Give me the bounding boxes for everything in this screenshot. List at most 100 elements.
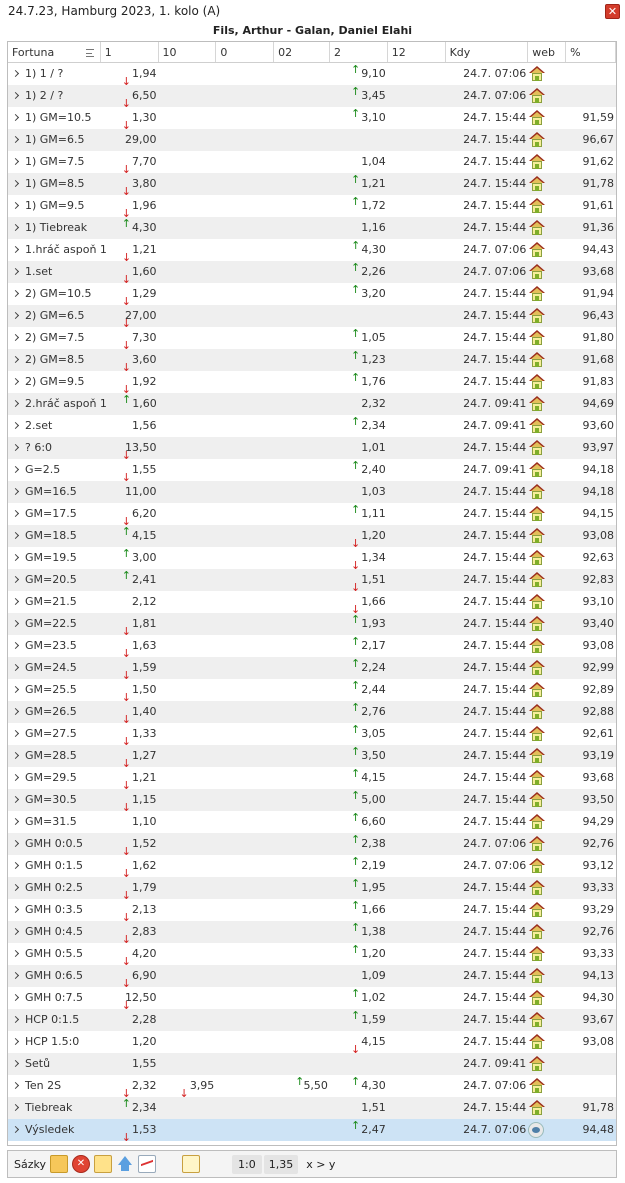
chevron-right-icon[interactable] [11, 839, 20, 848]
odds-cell[interactable]: 27,00 ↓ [101, 305, 159, 330]
table-row[interactable]: GM=16.5 11,00 1,03 24.7. 15:44 94,18 [8, 481, 616, 503]
home-icon[interactable] [529, 704, 546, 720]
home-icon[interactable] [529, 286, 546, 302]
odds-cell[interactable] [159, 437, 217, 459]
market-name-cell[interactable]: GM=26.5 [8, 701, 101, 723]
home-icon[interactable] [529, 902, 546, 918]
table-row[interactable]: 1.hráč aspoň 1 1,21 ↓ 4,30 ↑ 24.7. 07:06 94,43 [8, 239, 616, 264]
odds-cell[interactable] [216, 1097, 274, 1119]
odds-cell[interactable] [159, 811, 217, 833]
chevron-right-icon[interactable] [11, 267, 20, 276]
chevron-right-icon[interactable] [11, 751, 20, 760]
odds-cell[interactable]: 1,95 ↑ [330, 877, 388, 899]
web-cell[interactable] [528, 525, 566, 547]
table-row[interactable]: HCP 0:1.5 2,28 1,59 ↑ 24.7. 15:44 93,67 [8, 1009, 616, 1031]
odds-cell[interactable]: 2,38 ↑ [330, 833, 388, 855]
home-icon[interactable] [529, 132, 546, 148]
market-name-cell[interactable]: Výsledek [8, 1119, 101, 1141]
table-row[interactable]: Výsledek 1,53 ↓ 2,47 ↑ 24.7. 07:06 94,48 [8, 1119, 616, 1144]
web-cell[interactable] [528, 767, 566, 789]
odds-cell[interactable] [216, 525, 274, 547]
odds-cell[interactable] [274, 943, 330, 965]
odds-cell[interactable]: 3,80 ↓ [101, 173, 159, 198]
odds-cell[interactable] [216, 217, 274, 239]
odds-cell[interactable]: 1,52 ↓ [101, 833, 159, 858]
home-icon[interactable] [529, 638, 546, 654]
web-cell[interactable] [528, 1053, 566, 1075]
odds-cell[interactable]: 1,66 ↑ [330, 899, 388, 921]
odds-cell[interactable]: 4,15 ↑ [101, 525, 159, 547]
odds-cell[interactable]: 5,00 ↑ [330, 789, 388, 811]
odds-cell[interactable]: 1,81 ↓ [101, 613, 159, 638]
odds-cell[interactable]: 3,45 ↑ [330, 85, 388, 107]
table-row[interactable]: GM=20.5 2,41 ↑ 1,51 ↓ 24.7. 15:44 92,83 [8, 569, 616, 594]
eye-icon[interactable] [528, 1122, 545, 1138]
odds-cell[interactable] [216, 327, 274, 349]
odds-cell[interactable] [216, 129, 274, 151]
odds-cell[interactable] [388, 459, 446, 481]
odds-cell[interactable] [216, 767, 274, 789]
web-cell[interactable] [528, 679, 566, 701]
chevron-right-icon[interactable] [11, 707, 20, 716]
chevron-right-icon[interactable] [11, 1125, 20, 1134]
table-row[interactable]: GM=25.5 1,50 ↓ 2,44 ↑ 24.7. 15:44 92,89 [8, 679, 616, 704]
odds-cell[interactable]: 1,20 [101, 1031, 159, 1053]
odds-cell[interactable] [388, 1119, 446, 1141]
home-icon[interactable] [529, 264, 546, 280]
odds-cell[interactable]: 5,50 ↑ [274, 1075, 330, 1097]
home-icon[interactable] [529, 330, 546, 346]
web-cell[interactable] [528, 899, 566, 921]
odds-cell[interactable]: 1,09 [330, 965, 388, 987]
close-button[interactable]: ✕ [605, 4, 620, 19]
home-icon[interactable] [529, 748, 546, 764]
odds-cell[interactable] [388, 591, 446, 613]
odds-cell[interactable] [159, 877, 217, 899]
table-row[interactable]: GM=26.5 1,40 ↓ 2,76 ↑ 24.7. 15:44 92,88 [8, 701, 616, 726]
odds-cell[interactable] [388, 327, 446, 349]
home-icon[interactable] [529, 792, 546, 808]
odds-cell[interactable]: 13,50 ↓ [101, 437, 159, 462]
market-name-cell[interactable]: HCP 0:1.5 [8, 1009, 101, 1031]
odds-cell[interactable]: 6,20 ↓ [101, 503, 159, 528]
odds-cell[interactable] [216, 701, 274, 723]
odds-cell[interactable]: 2,34 ↑ [330, 415, 388, 437]
odds-cell[interactable] [159, 63, 217, 85]
chevron-right-icon[interactable] [11, 113, 20, 122]
odds-cell[interactable] [274, 1097, 330, 1119]
chevron-right-icon[interactable] [11, 289, 20, 298]
market-name-cell[interactable]: GM=31.5 [8, 811, 101, 833]
web-cell[interactable] [528, 877, 566, 899]
odds-cell[interactable] [388, 877, 446, 899]
home-icon[interactable] [529, 968, 546, 984]
market-name-cell[interactable]: 2) GM=8.5 [8, 349, 101, 371]
market-name-cell[interactable]: GM=27.5 [8, 723, 101, 745]
odds-cell[interactable]: 1,53 ↓ [101, 1119, 159, 1144]
odds-cell[interactable] [274, 1009, 330, 1031]
market-name-cell[interactable]: GM=16.5 [8, 481, 101, 503]
odds-cell[interactable] [159, 635, 217, 657]
odds-cell[interactable]: 6,50 ↓ [101, 85, 159, 110]
table-row[interactable]: 1) GM=7.5 7,70 ↓ 1,04 24.7. 15:44 91,62 [8, 151, 616, 176]
odds-cell[interactable]: 1,55 ↓ [101, 459, 159, 484]
odds-cell[interactable] [216, 1119, 274, 1141]
table-row[interactable]: Ten 2S 2,32 ↓ 3,95 ↓ 5,50 ↑ 4,30 ↑ 24.7. 07:06 [8, 1075, 616, 1100]
market-name-cell[interactable]: GM=30.5 [8, 789, 101, 811]
odds-cell[interactable]: 3,00 ↑ [101, 547, 159, 569]
table-row[interactable]: 1) GM=8.5 3,80 ↓ 1,21 ↑ 24.7. 15:44 91,78 [8, 173, 616, 198]
web-cell[interactable] [528, 569, 566, 591]
odds-cell[interactable] [216, 943, 274, 965]
web-cell[interactable] [528, 745, 566, 767]
column-header-kdy[interactable]: Kdy [446, 42, 529, 62]
odds-cell[interactable]: 4,15 ↓ [330, 1031, 388, 1056]
odds-cell[interactable]: 1,60 ↓ [101, 261, 159, 286]
odds-cell[interactable] [159, 1009, 217, 1031]
home-icon[interactable] [529, 1012, 546, 1028]
chevron-right-icon[interactable] [11, 729, 20, 738]
odds-cell[interactable] [216, 305, 274, 327]
odds-cell[interactable] [159, 767, 217, 789]
odds-cell[interactable] [159, 349, 217, 371]
odds-cell[interactable]: 7,30 ↓ [101, 327, 159, 352]
home-icon[interactable] [529, 572, 546, 588]
web-cell[interactable] [528, 195, 566, 217]
odds-cell[interactable] [388, 481, 446, 503]
